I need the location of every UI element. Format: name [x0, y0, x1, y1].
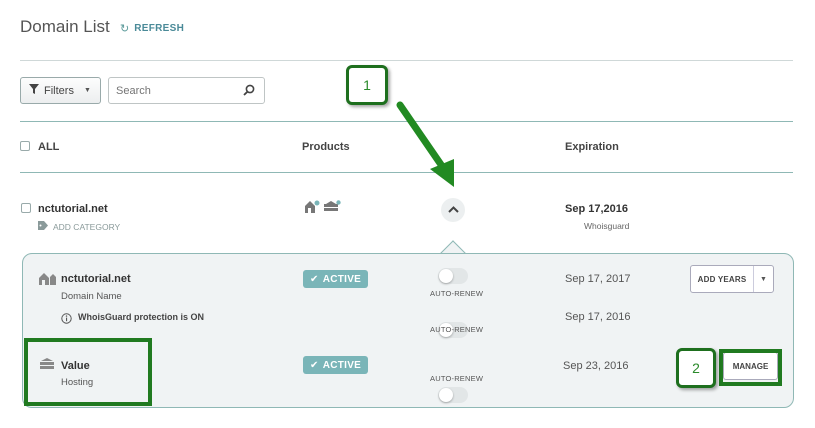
add-category-link[interactable]: ADD CATEGORY	[38, 221, 120, 232]
search-input[interactable]	[109, 78, 234, 103]
column-header-expiration[interactable]: Expiration	[565, 141, 619, 153]
product-icons	[304, 200, 341, 216]
filter-icon	[29, 84, 39, 97]
panel-domain-name[interactable]: nctutorial.net	[61, 273, 131, 285]
header-divider	[20, 60, 793, 61]
refresh-icon: ↻	[120, 23, 130, 35]
status-badge: ✔ ACTIVE	[303, 356, 369, 374]
status-badge: ✔ ACTIVE	[303, 270, 369, 288]
row-checkbox[interactable]	[21, 203, 31, 213]
annotation-arrow	[396, 101, 454, 187]
checkmark-icon: ✔	[310, 359, 319, 371]
auto-renew-label: AUTO-RENEW	[430, 289, 484, 298]
annotation-callout-2: 2	[676, 348, 716, 388]
refresh-label: REFRESH	[134, 23, 185, 34]
chevron-up-icon	[447, 204, 459, 216]
status-badge-label: ACTIVE	[322, 359, 362, 371]
filters-button[interactable]: Filters ▼	[20, 77, 101, 104]
hosting-expiration-date: Sep 23, 2016	[563, 360, 629, 372]
caret-down-icon[interactable]: ▼	[753, 266, 773, 292]
manage-highlight-box	[719, 349, 782, 386]
column-header-products[interactable]: Products	[302, 141, 350, 153]
auto-renew-label: AUTO-RENEW	[430, 325, 484, 334]
status-badge-label: ACTIVE	[322, 273, 362, 285]
domain-expiration-date: Sep 17, 2017	[565, 273, 631, 285]
expiration-date: Sep 17,2016	[565, 203, 628, 215]
expiration-subtext: Whoisguard	[584, 221, 630, 231]
page-title: Domain List	[20, 17, 110, 36]
hosting-highlight-box	[24, 338, 152, 406]
tag-icon	[38, 221, 49, 232]
hosting-icon	[323, 200, 341, 216]
refresh-button[interactable]: ↻ REFRESH	[120, 22, 184, 35]
search-icon[interactable]	[243, 84, 255, 99]
add-years-label[interactable]: ADD YEARS	[691, 266, 753, 292]
filters-label: Filters	[44, 84, 74, 97]
search-box	[108, 77, 265, 104]
column-header-all: ALL	[38, 141, 60, 153]
whoisguard-expiration-date: Sep 17, 2016	[565, 311, 631, 323]
domain-icon	[38, 271, 56, 290]
add-years-button[interactable]: ADD YEARS ▼	[690, 265, 774, 293]
whoisguard-status: WhoisGuard protection is ON	[78, 312, 205, 322]
auto-renew-toggle-hosting[interactable]	[438, 387, 468, 403]
checkmark-icon: ✔	[310, 273, 319, 285]
caret-down-icon: ▼	[83, 87, 91, 94]
select-all-checkbox[interactable]	[20, 141, 30, 151]
auto-renew-toggle-domain[interactable]	[438, 268, 468, 284]
add-category-label: ADD CATEGORY	[53, 221, 121, 232]
row-domain-name[interactable]: nctutorial.net	[38, 203, 108, 215]
info-icon	[61, 311, 72, 329]
auto-renew-label: AUTO-RENEW	[430, 374, 484, 383]
annotation-callout-1: 1	[346, 65, 388, 105]
domain-icon	[304, 200, 320, 216]
panel-domain-type: Domain Name	[61, 291, 122, 302]
collapse-row-button[interactable]	[441, 198, 465, 222]
